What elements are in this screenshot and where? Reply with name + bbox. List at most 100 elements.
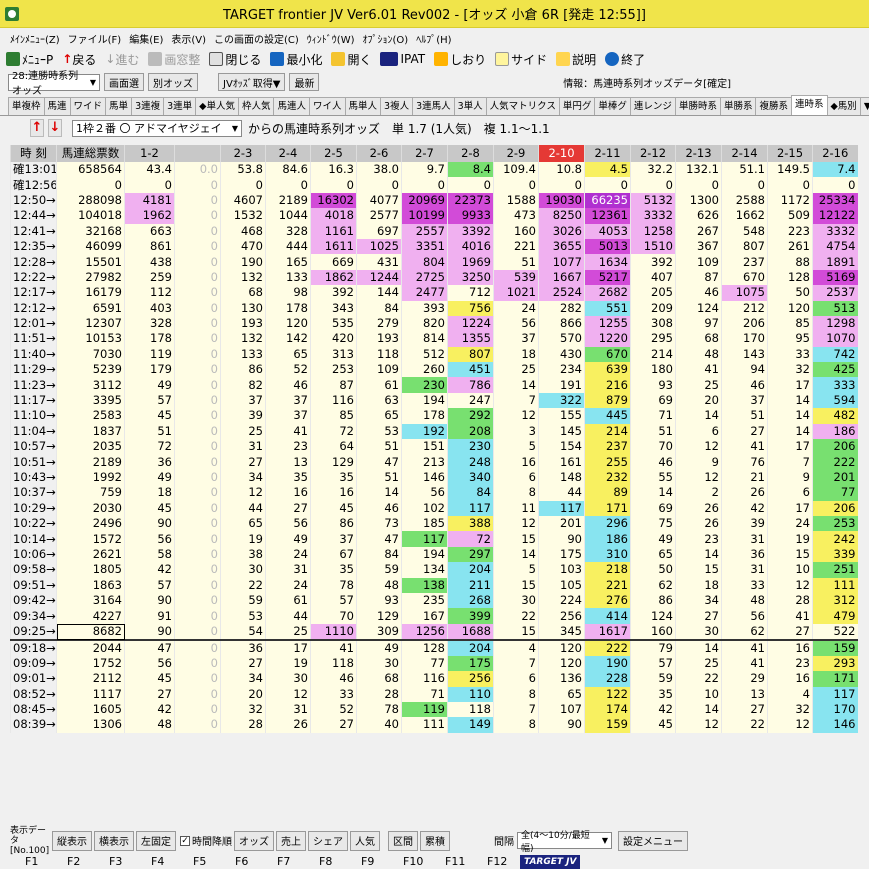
- odds-cell[interactable]: 35: [265, 469, 311, 486]
- table-row[interactable]: 10:22→ 2496 90 0 65 56 86 73 185 388 12 201 296 75 26 3…: [10, 515, 858, 532]
- odds-cell[interactable]: 146: [812, 717, 858, 733]
- total-votes-cell[interactable]: 1117: [56, 686, 125, 702]
- table-row[interactable]: 10:29→ 2030 45 0 44 27 45 46 102 117 11 117 171 69 26 4…: [10, 500, 858, 516]
- odds-cell[interactable]: 814: [401, 331, 448, 347]
- odds-cell[interactable]: 186: [812, 423, 858, 440]
- odds-cell[interactable]: 65: [630, 546, 676, 563]
- odds-cell[interactable]: 1588: [493, 192, 539, 209]
- odds-cell[interactable]: 24: [265, 546, 311, 563]
- odds-cell[interactable]: 91: [124, 608, 175, 624]
- left-fixed-button[interactable]: 左固定: [136, 830, 176, 851]
- odds-cell[interactable]: 129: [356, 608, 402, 624]
- odds-cell[interactable]: 3392: [447, 223, 494, 239]
- table-row[interactable]: 10:37→ 759 18 0 12 16 16 14 56 84 8 44 89 14 2 26 6 77: [10, 485, 858, 501]
- odds-cell[interactable]: 670: [721, 269, 768, 286]
- odds-cell[interactable]: 807: [721, 238, 768, 255]
- odds-cell[interactable]: 1220: [584, 331, 631, 347]
- odds-cell[interactable]: 33: [767, 346, 813, 363]
- odds-cell[interactable]: 312: [812, 592, 858, 609]
- odds-cell[interactable]: 174: [584, 701, 631, 718]
- odds-cell[interactable]: 12: [675, 469, 722, 486]
- odds-cell[interactable]: 41: [265, 423, 311, 440]
- odds-cell[interactable]: 23: [767, 655, 813, 672]
- table-row[interactable]: 11:10→ 2583 45 0 39 37 85 65 178 292 12 155 445 71 14 5…: [10, 408, 858, 424]
- odds-cell[interactable]: 62: [721, 623, 768, 641]
- odds-cell[interactable]: 132: [220, 331, 266, 347]
- odds-cell[interactable]: 94: [721, 362, 768, 378]
- tab-19[interactable]: 単勝系: [719, 97, 757, 115]
- odds-cell[interactable]: 146: [401, 469, 448, 486]
- odds-cell[interactable]: 72: [124, 439, 175, 455]
- odds-cell[interactable]: 90: [538, 717, 585, 733]
- odds-cell[interactable]: 49: [356, 639, 402, 656]
- column-header[interactable]: 2-12: [630, 145, 676, 162]
- total-votes-cell[interactable]: 1752: [56, 655, 125, 672]
- odds-cell[interactable]: 879: [584, 392, 631, 409]
- odds-cell[interactable]: 9: [675, 454, 722, 470]
- odds-cell[interactable]: 78: [356, 701, 402, 718]
- odds-cell[interactable]: 23: [675, 531, 722, 547]
- odds-cell[interactable]: 70: [310, 608, 357, 624]
- table-row[interactable]: 11:17→ 3395 57 0 37 37 116 63 194 247 7 322 879 69 20 3…: [10, 392, 858, 409]
- total-votes-cell[interactable]: 1837: [56, 423, 125, 440]
- total-votes-cell[interactable]: 759: [56, 485, 125, 501]
- odds-cell[interactable]: 201: [812, 469, 858, 486]
- tab-11[interactable]: 3複人: [380, 97, 414, 115]
- odds-cell[interactable]: 393: [401, 300, 448, 316]
- odds-cell[interactable]: 345: [538, 623, 585, 641]
- odds-cell[interactable]: 17: [767, 377, 813, 393]
- odds-cell[interactable]: 42: [124, 562, 175, 578]
- odds-cell[interactable]: 14: [767, 423, 813, 440]
- odds-cell[interactable]: 28: [356, 686, 402, 702]
- tab-17[interactable]: 連レンジ: [629, 97, 676, 115]
- time-cell[interactable]: 12:50→: [10, 192, 57, 209]
- odds-cell[interactable]: 109: [356, 362, 402, 378]
- total-votes-cell[interactable]: 2044: [56, 639, 125, 656]
- odds-cell[interactable]: 120: [538, 655, 585, 672]
- table-row[interactable]: 08:45→ 1605 42 0 32 31 52 78 119 118 7 107 174 42 14 27…: [10, 701, 858, 718]
- odds-cell[interactable]: 29: [721, 671, 768, 687]
- odds-cell[interactable]: 165: [265, 254, 311, 270]
- time-cell[interactable]: 11:29→: [10, 362, 57, 378]
- odds-cell[interactable]: 201: [538, 515, 585, 532]
- odds-cell[interactable]: 14: [675, 408, 722, 424]
- menu-help[interactable]: ﾍﾙﾌﾟ(H): [416, 31, 451, 46]
- odds-cell[interactable]: 192: [401, 423, 448, 440]
- odds-cell[interactable]: 56: [401, 485, 448, 501]
- odds-cell[interactable]: 35: [630, 686, 676, 702]
- odds-cell[interactable]: 186: [584, 531, 631, 547]
- tab-21[interactable]: 連時系: [790, 95, 828, 115]
- time-cell[interactable]: 11:10→: [10, 408, 57, 424]
- odds-cell[interactable]: 46: [356, 500, 402, 516]
- time-cell[interactable]: 12:22→: [10, 269, 57, 286]
- odds-cell[interactable]: 56: [265, 515, 311, 532]
- horse-select[interactable]: 1枠２番 〇 アドマイヤジェイ ▼: [72, 119, 242, 137]
- column-header[interactable]: 2-9: [493, 145, 539, 162]
- odds-cell[interactable]: 185: [401, 515, 448, 532]
- time-cell[interactable]: 09:34→: [10, 608, 57, 624]
- odds-cell[interactable]: 33: [721, 577, 768, 593]
- odds-cell[interactable]: 27: [721, 423, 768, 440]
- time-cell[interactable]: 10:29→: [10, 500, 57, 516]
- odds-cell[interactable]: 0: [174, 717, 221, 733]
- odds-cell[interactable]: 276: [584, 592, 631, 609]
- odds-cell[interactable]: 16: [767, 639, 813, 656]
- tab-15[interactable]: 単円グ: [558, 97, 596, 115]
- column-header[interactable]: 2-4: [265, 145, 311, 162]
- odds-cell[interactable]: 1161: [310, 223, 357, 239]
- odds-cell[interactable]: 0: [174, 346, 221, 363]
- odds-cell[interactable]: 0: [174, 639, 221, 656]
- odds-cell[interactable]: 97: [675, 315, 722, 332]
- menu-file[interactable]: ファイル(F): [68, 31, 122, 46]
- odds-cell[interactable]: 6: [767, 485, 813, 501]
- odds-cell[interactable]: 4018: [310, 208, 357, 224]
- odds-cell[interactable]: 0: [675, 177, 722, 193]
- column-header[interactable]: [174, 145, 221, 162]
- odds-cell[interactable]: 12: [220, 485, 266, 501]
- odds-cell[interactable]: 1255: [584, 315, 631, 332]
- fkey-f11[interactable]: F11: [445, 855, 487, 869]
- odds-cell[interactable]: 48: [675, 346, 722, 363]
- odds-cell[interactable]: 16: [493, 454, 539, 470]
- odds-cell[interactable]: 45: [124, 408, 175, 424]
- odds-cell[interactable]: 44: [538, 485, 585, 501]
